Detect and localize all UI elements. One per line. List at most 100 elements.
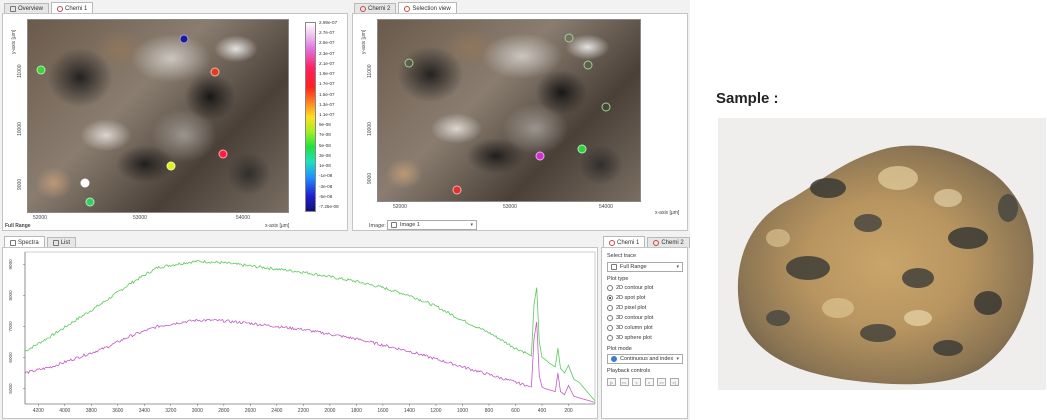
plot-type-option[interactable]: 3D contour plot: [607, 315, 653, 321]
plot-type-option[interactable]: 2D contour plot: [607, 285, 653, 291]
spectra-panel: 4200 4000 3800 3600 3400 3200 3000 2800 2600 2400…: [2, 247, 598, 419]
colorbar-tick-label: 2.1e-07: [319, 60, 335, 66]
measurement-point[interactable]: [179, 34, 189, 44]
playback-controls-label: Playback controls: [607, 368, 651, 374]
tab-list-label: List: [60, 240, 71, 246]
plot-type-option-label: 3D contour plot: [616, 315, 654, 321]
radio-button[interactable]: [607, 285, 613, 291]
plot-type-option[interactable]: 2D pixel plot: [607, 305, 646, 311]
chemi-map-panel: y-axis [µm] 11000 10000 9000 52000 53000…: [2, 13, 348, 231]
left-x-axis-label: x-axis [µm]: [265, 223, 290, 229]
radio-button[interactable]: [607, 305, 613, 311]
chemi-icon: [609, 239, 615, 246]
x-tick-label: 1600: [377, 408, 388, 414]
spectra-chart[interactable]: 4200 4000 3800 3600 3400 3200 3000 2800 2600 2400…: [3, 248, 599, 420]
select-trace-label: Select trace: [607, 253, 637, 259]
right-x-tick: 54000: [599, 204, 613, 210]
sample-photo: [718, 118, 1046, 390]
microscope-image: [378, 20, 640, 201]
measurement-point[interactable]: [218, 149, 228, 159]
measurement-point[interactable]: [85, 197, 95, 207]
colorbar-tick-label: 2.3e-07: [319, 50, 335, 56]
colorbar-tick-label: -5e-08: [319, 193, 333, 199]
plot-type-option[interactable]: 3D column plot: [607, 325, 653, 331]
y-tick-label: 5000: [8, 383, 13, 394]
colorbar-tick-label: 1.7e-07: [319, 81, 335, 87]
x-tick-label: 1200: [430, 408, 441, 414]
x-tick-label: 3200: [165, 408, 176, 414]
right-x-axis-label: x-axis [µm]: [655, 210, 680, 216]
plot-type-option-label: 2D pixel plot: [616, 305, 647, 311]
playback-button[interactable]: >: [644, 378, 654, 386]
left-x-tick: 54000: [236, 215, 250, 221]
right-x-tick: 52000: [393, 204, 407, 210]
image-select[interactable]: Image 1 ▾: [387, 220, 477, 230]
x-tick-label: 2600: [245, 408, 256, 414]
x-tick-label: 1000: [457, 408, 468, 414]
colorbar-tick-label: 1.3e-07: [319, 101, 335, 107]
colorbar-tick-label: -3e-08: [319, 183, 333, 189]
chemi-icon: [57, 5, 64, 12]
playback-button[interactable]: >>: [657, 378, 666, 386]
measurement-point[interactable]: [210, 67, 220, 77]
x-tick-label: 2800: [218, 408, 229, 414]
left-y-tick: 11000: [17, 64, 23, 78]
chemi-icon: [404, 5, 411, 12]
right-x-tick: 53000: [503, 204, 517, 210]
playback-button[interactable]: <<: [619, 378, 629, 386]
playback-button[interactable]: >|: [669, 378, 679, 386]
measurement-point[interactable]: [535, 151, 545, 161]
selection-ring[interactable]: [404, 58, 414, 68]
x-tick-label: 2000: [324, 408, 335, 414]
image-select-value: Image 1: [400, 222, 420, 228]
playback-button[interactable]: <: [632, 378, 641, 386]
select-trace-dropdown[interactable]: Full Range ▾: [607, 262, 683, 272]
selection-ring[interactable]: [583, 60, 593, 70]
plot-type-option[interactable]: 2D spot plot: [607, 295, 645, 301]
image-icon: [391, 222, 397, 228]
measurement-point[interactable]: [577, 144, 587, 153]
selection-view-image[interactable]: [377, 19, 641, 202]
selection-ring[interactable]: [601, 102, 611, 112]
trace-icon: [611, 264, 617, 270]
radio-button[interactable]: [607, 335, 613, 341]
y-tick-label: 8000: [8, 290, 13, 301]
x-tick-label: 200: [564, 408, 573, 414]
tab-selection-view-label: Selection view: [412, 5, 451, 12]
x-tick-label: 1400: [404, 408, 415, 414]
colorbar-tick-label: 1.5e-07: [319, 91, 335, 97]
colorbar-tick-label: 1.9e-07: [319, 71, 335, 77]
right-y-tick: 9000: [367, 172, 373, 184]
x-tick-label: 3000: [192, 408, 203, 414]
colorbar-tick-label: 5e-08: [319, 142, 331, 148]
radio-button[interactable]: [607, 295, 613, 301]
x-tick-label: 400: [538, 408, 547, 414]
measurement-point[interactable]: [80, 178, 90, 188]
plot-type-option[interactable]: 3D sphere plot: [607, 335, 652, 341]
right-y-tick: 11000: [367, 64, 373, 78]
colorbar-tick-label: 2.99e-07: [319, 20, 338, 25]
tab-control-chemi-1-label: Chemi 1: [617, 239, 640, 246]
measurement-point[interactable]: [452, 185, 462, 195]
colorbar-tick-label: 9e-08: [319, 122, 331, 128]
radio-button[interactable]: [607, 315, 613, 321]
x-tick-label: 600: [511, 408, 520, 414]
plot-type-label: Plot type: [607, 276, 629, 282]
measurement-point[interactable]: [166, 161, 176, 171]
selection-view-panel: y-axis [µm] 11000 10000 9000 52000 53000…: [352, 13, 688, 231]
left-y-axis-label: y-axis [µm]: [11, 29, 17, 54]
chevron-down-icon: ▾: [676, 356, 679, 362]
plot-mode-dropdown[interactable]: Continuous and index ▾: [607, 354, 683, 364]
left-x-tick: 53000: [133, 215, 147, 221]
colorbar-tick-label: 7e-08: [319, 132, 331, 138]
radio-button[interactable]: [607, 325, 613, 331]
playback-button[interactable]: |<: [607, 378, 616, 386]
spectra-icon: [10, 239, 16, 246]
plot-type-option-label: 2D spot plot: [616, 295, 646, 301]
chemi-map-image[interactable]: [27, 19, 289, 213]
selection-ring[interactable]: [564, 33, 574, 43]
select-trace-value: Full Range: [620, 264, 647, 270]
measurement-point[interactable]: [36, 65, 46, 75]
right-y-axis-label: y-axis [µm]: [361, 29, 367, 54]
tab-chemi-2-label: Chemi 2: [368, 6, 391, 12]
